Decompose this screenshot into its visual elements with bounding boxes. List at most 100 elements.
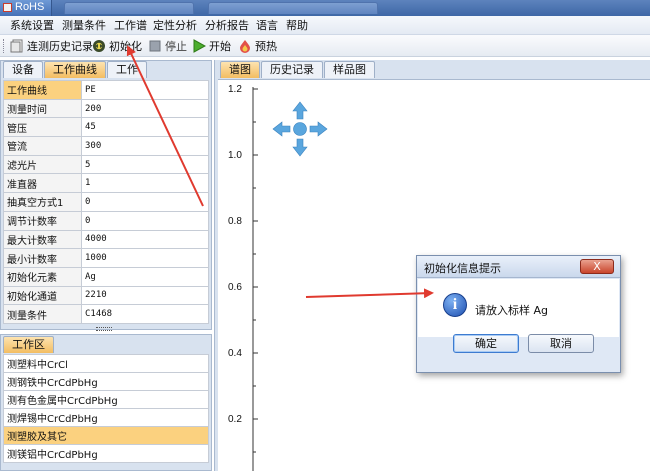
y-tick-label: 0.6: [228, 282, 242, 293]
title-bar: RoHS: [0, 0, 650, 16]
pan-control-icon[interactable]: [272, 101, 328, 157]
property-value[interactable]: PE: [81, 80, 209, 100]
property-key: 测量时间: [3, 98, 82, 119]
property-value[interactable]: 45: [81, 117, 209, 138]
property-key: 管压: [3, 117, 82, 138]
list-item[interactable]: 测镁铝中CrCdPbHg: [3, 444, 209, 463]
browser-tab[interactable]: [208, 2, 378, 14]
property-key: 最大计数率: [3, 229, 82, 250]
property-grid: 工作曲线 PE 测量时间 200 管压 45 管流 300 滤光片 5 准直器 1 抽真空方…: [3, 80, 209, 324]
property-key: 调节计数率: [3, 210, 82, 231]
list-item[interactable]: 测有色金属中CrCdPbHg: [3, 390, 209, 409]
init-button[interactable]: 初始化: [92, 38, 142, 54]
panel-splitter[interactable]: [96, 327, 112, 331]
y-tick-label: 1.2: [228, 84, 242, 95]
menu-language[interactable]: 语言: [254, 18, 280, 33]
tab-work-area[interactable]: 工作区: [3, 336, 54, 353]
property-key: 最小计数率: [3, 248, 82, 268]
tab-history[interactable]: 历史记录: [261, 61, 323, 78]
property-key: 初始化元素: [3, 266, 82, 287]
stop-icon: [148, 39, 162, 53]
y-tick-label: 1.0: [228, 150, 242, 161]
menu-qualitative-analysis[interactable]: 定性分析: [151, 18, 199, 33]
menu-measure-conditions[interactable]: 测量条件: [60, 18, 108, 33]
property-key: 抽真空方式1: [3, 192, 82, 212]
dialog-message: 请放入标样 Ag: [475, 304, 549, 317]
property-value[interactable]: 0: [81, 210, 209, 231]
property-row[interactable]: 准直器 1: [3, 173, 209, 194]
property-row[interactable]: 测量条件 C1468: [3, 304, 209, 324]
history-button[interactable]: 连测历史记录: [10, 38, 93, 54]
menu-system-settings[interactable]: 系统设置: [8, 18, 56, 33]
property-value[interactable]: 0: [81, 192, 209, 212]
property-key: 初始化通道: [3, 285, 82, 306]
property-key: 测量条件: [3, 304, 82, 324]
y-axis: [252, 87, 258, 471]
app-icon: [3, 3, 12, 12]
list-item[interactable]: 测钢铁中CrCdPbHg: [3, 372, 209, 391]
browser-tab[interactable]: [64, 2, 194, 14]
preheat-button[interactable]: 预热: [238, 38, 277, 54]
close-button[interactable]: X: [580, 259, 614, 274]
right-tab-strip: 谱图 历史记录 样品图: [220, 61, 376, 78]
menu-analysis-report[interactable]: 分析报告: [203, 18, 251, 33]
property-value[interactable]: 1000: [81, 248, 209, 268]
y-tick-label: 0.2: [228, 414, 242, 425]
menu-work-spectrum[interactable]: 工作谱: [112, 18, 149, 33]
init-info-dialog: 初始化信息提示 X i 请放入标样 Ag 确定 取消: [416, 255, 621, 373]
property-row[interactable]: 最大计数率 4000: [3, 229, 209, 250]
menu-bar: 系统设置 测量条件 工作谱 定性分析 分析报告 语言 帮助: [0, 16, 650, 35]
tab-device[interactable]: 设备: [3, 61, 43, 78]
tab-spectrum[interactable]: 谱图: [220, 61, 260, 78]
stop-button[interactable]: 停止: [148, 38, 187, 54]
list-item[interactable]: 测塑胶及其它: [3, 426, 209, 445]
property-row[interactable]: 调节计数率 0: [3, 210, 209, 231]
property-value[interactable]: 300: [81, 136, 209, 156]
tab-sample-image[interactable]: 样品图: [324, 61, 375, 78]
property-value[interactable]: 2210: [81, 285, 209, 306]
list-item[interactable]: 测塑料中CrCl: [3, 354, 209, 373]
property-row[interactable]: 工作曲线 PE: [3, 80, 209, 100]
property-value[interactable]: 200: [81, 98, 209, 119]
start-button[interactable]: 开始: [192, 38, 231, 54]
property-key: 滤光片: [3, 154, 82, 175]
list-item-label: 测钢铁中CrCdPbHg: [3, 372, 209, 391]
app-title-tab[interactable]: RoHS: [0, 0, 52, 16]
list-item-label: 测塑料中CrCl: [3, 354, 209, 373]
tab-work[interactable]: 工作: [107, 61, 147, 78]
toolbar-grip: [3, 39, 6, 53]
property-row[interactable]: 最小计数率 1000: [3, 248, 209, 268]
property-row[interactable]: 测量时间 200: [3, 98, 209, 119]
left-tab-strip: 设备 工作曲线 工作: [3, 61, 148, 78]
play-icon: [192, 39, 207, 53]
init-icon: [92, 39, 106, 53]
property-value[interactable]: 4000: [81, 229, 209, 250]
preheat-label: 预热: [255, 40, 277, 53]
property-key: 工作曲线: [3, 80, 82, 100]
property-row[interactable]: 初始化元素 Ag: [3, 266, 209, 287]
cancel-button[interactable]: 取消: [528, 334, 594, 353]
property-value[interactable]: 5: [81, 154, 209, 175]
property-row[interactable]: 抽真空方式1 0: [3, 192, 209, 212]
document-icon: [10, 39, 24, 53]
property-key: 管流: [3, 136, 82, 156]
dialog-title-bar[interactable]: 初始化信息提示 X: [417, 256, 620, 278]
list-item-label: 测焊锡中CrCdPbHg: [3, 408, 209, 427]
property-value[interactable]: Ag: [81, 266, 209, 287]
property-row[interactable]: 管流 300: [3, 136, 209, 156]
property-key: 准直器: [3, 173, 82, 194]
property-value[interactable]: 1: [81, 173, 209, 194]
property-row[interactable]: 滤光片 5: [3, 154, 209, 175]
work-area-tab-strip: 工作区: [3, 336, 55, 353]
stop-label: 停止: [165, 40, 187, 53]
menu-help[interactable]: 帮助: [284, 18, 310, 33]
ok-button[interactable]: 确定: [453, 334, 519, 353]
property-row[interactable]: 管压 45: [3, 117, 209, 138]
list-item-label: 测塑胶及其它: [3, 426, 209, 445]
property-row[interactable]: 初始化通道 2210: [3, 285, 209, 306]
list-item-label: 测镁铝中CrCdPbHg: [3, 444, 209, 463]
window-title: RoHS: [15, 1, 45, 13]
property-value[interactable]: C1468: [81, 304, 209, 324]
list-item[interactable]: 测焊锡中CrCdPbHg: [3, 408, 209, 427]
tab-work-curve[interactable]: 工作曲线: [44, 61, 106, 78]
